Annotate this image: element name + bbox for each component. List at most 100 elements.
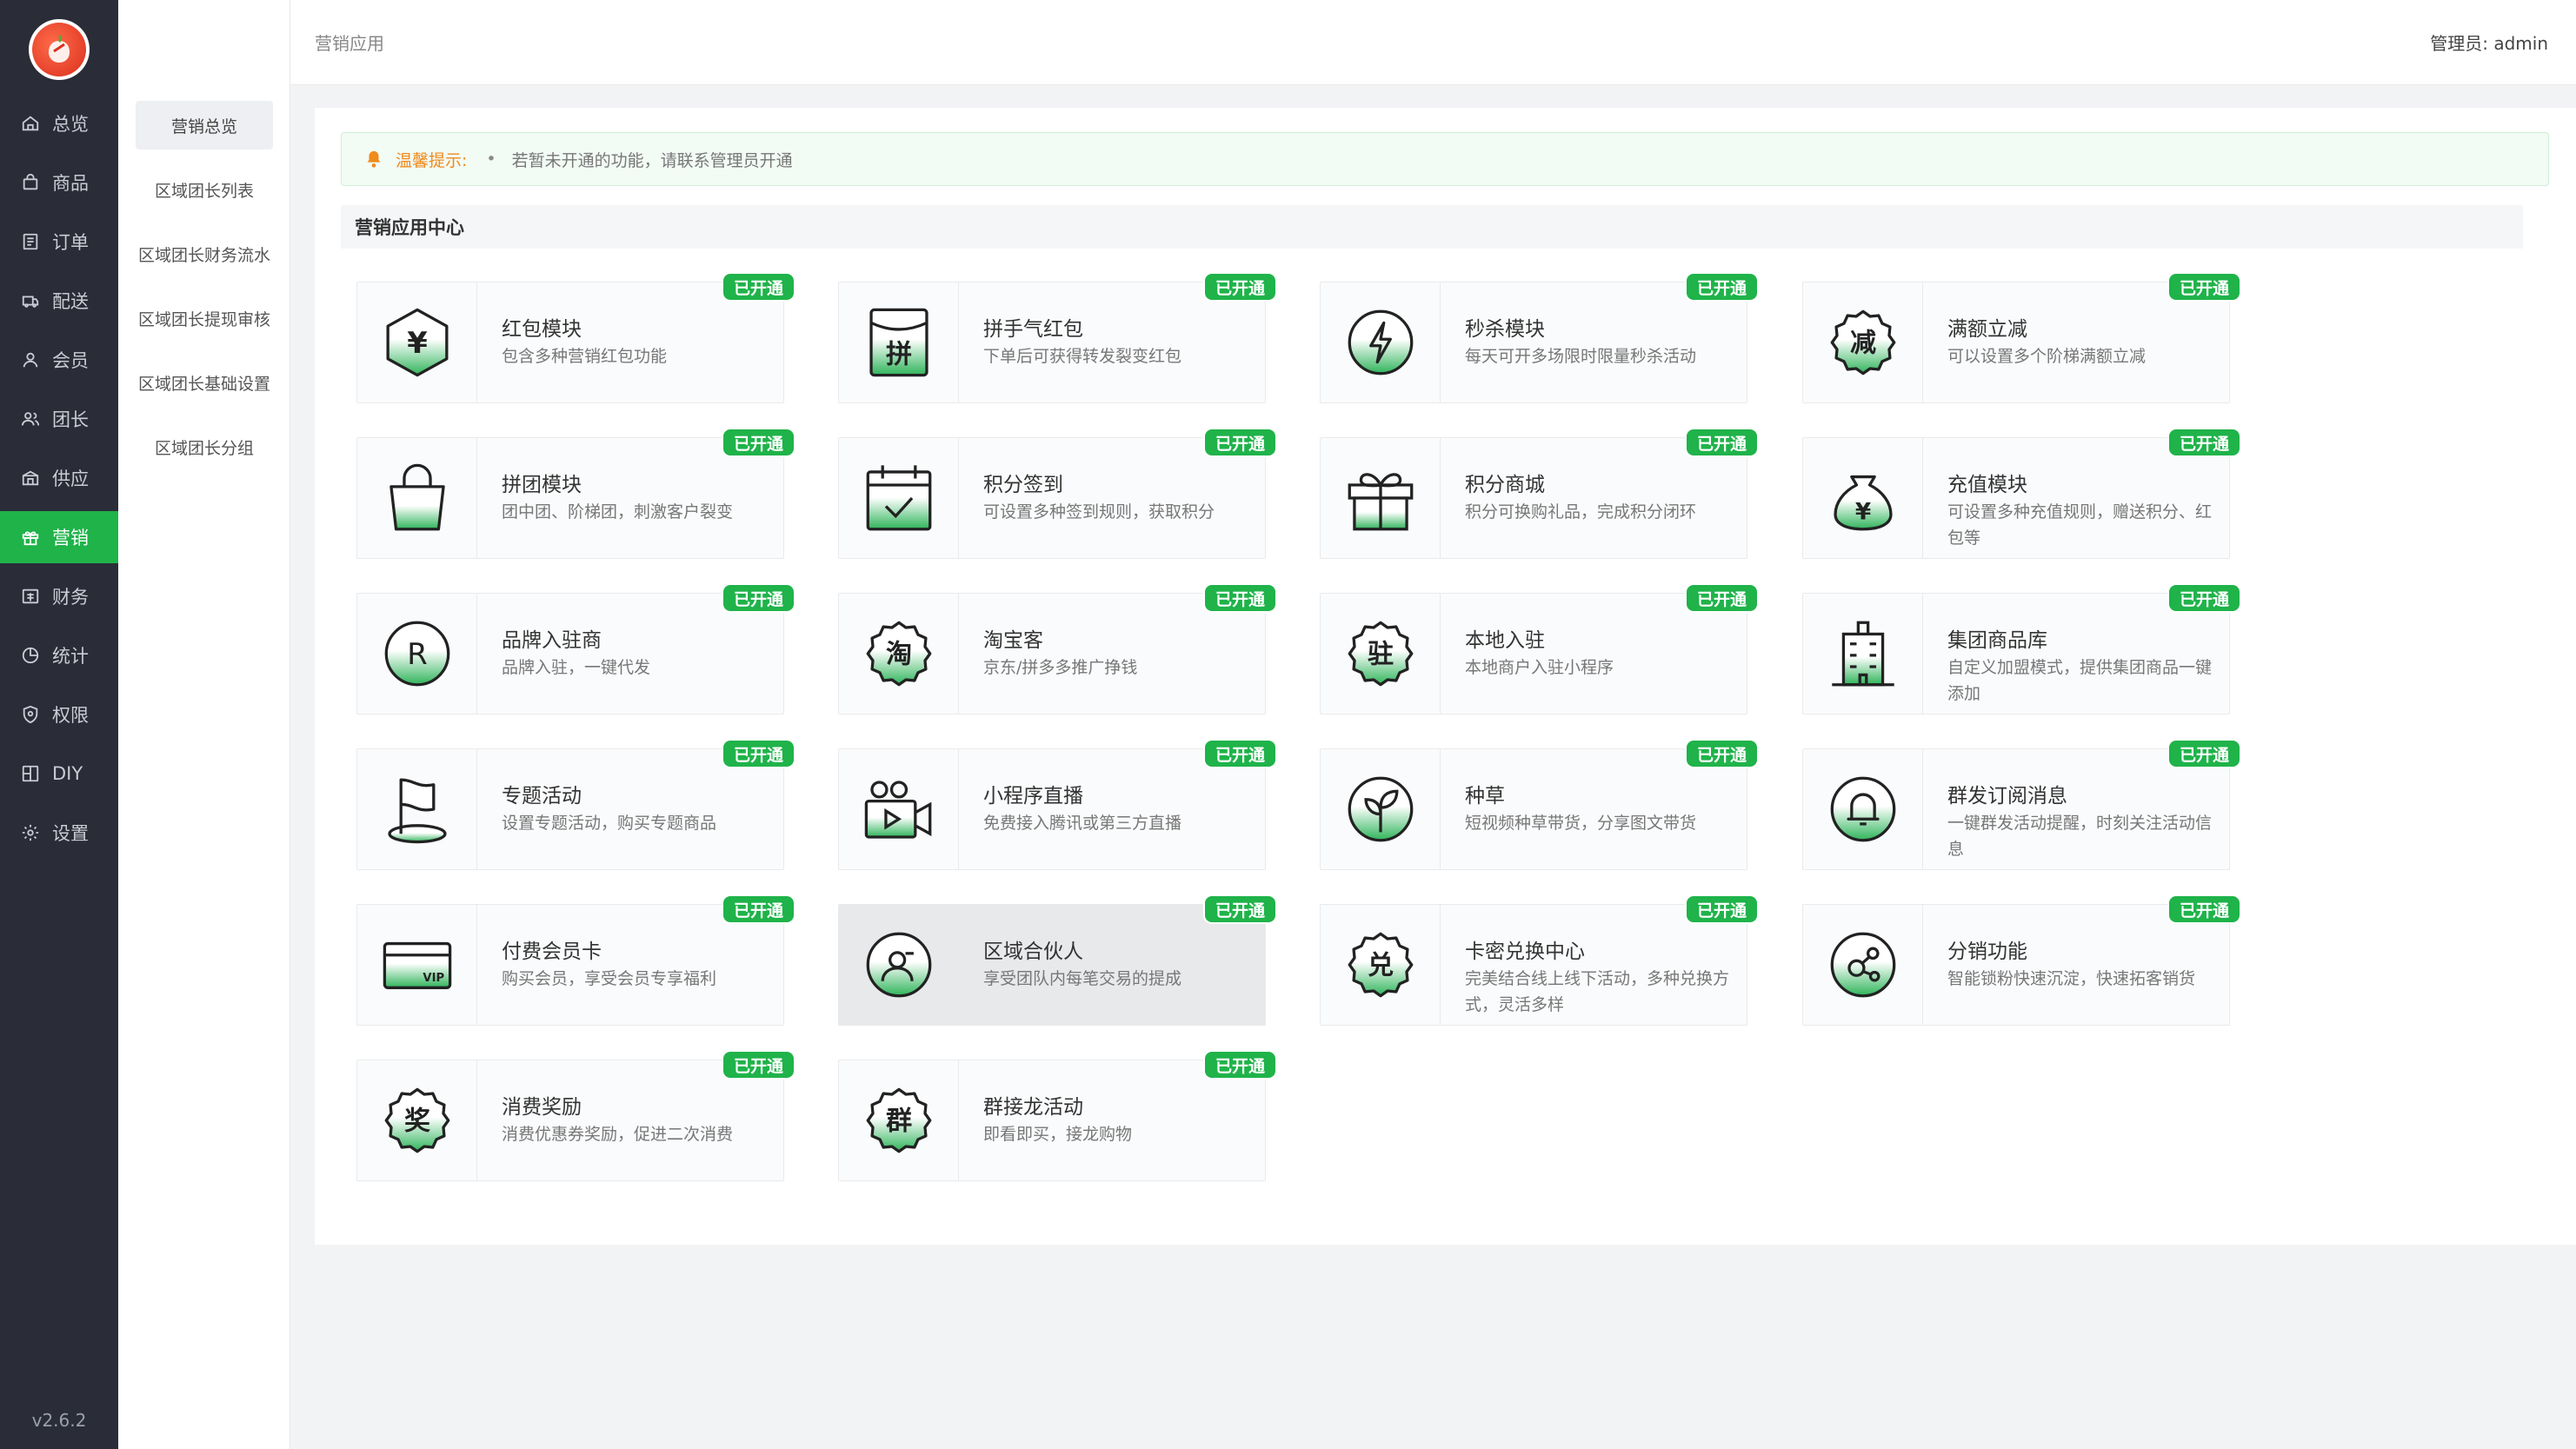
activated-badge: 已开通 [1684, 739, 1759, 768]
supply-icon [22, 470, 39, 486]
section-title: 营销应用中心 [341, 205, 2523, 249]
app-tile-icon-box: 淘 [839, 594, 959, 714]
activated-badge: 已开通 [1202, 583, 1277, 613]
svg-text:兑: 兑 [1367, 950, 1393, 980]
app-tile[interactable]: 秒杀模块 每天可开多场限时限量秒杀活动 已开通 [1320, 272, 1759, 403]
gift-icon [22, 531, 39, 546]
app-tile-icon-box [1321, 282, 1441, 402]
app-tile-name: 区域合伙人 [983, 941, 1083, 963]
app-tile[interactable]: 群发订阅消息 一键群发活动提醒，时刻关注活动信息 已开通 [1802, 739, 2241, 870]
app-tile[interactable]: ¥ 红包模块 包含多种营销红包功能 已开通 [356, 272, 795, 403]
app-tile[interactable]: ¥ 充值模块 可设置多种充值规则，赠送积分、红包等 已开通 [1802, 428, 2241, 559]
app-tile-name: 拼手气红包 [983, 318, 1083, 341]
admin-user-label[interactable]: 管理员: admin [2430, 30, 2548, 55]
app-tile[interactable]: 积分签到 可设置多种签到规则，获取积分 已开通 [838, 428, 1277, 559]
subnav-item-4[interactable]: 区域团长基础设置 [136, 358, 273, 407]
app-tile[interactable]: 积分商城 积分可换购礼品，完成积分闭环 已开通 [1320, 428, 1759, 559]
app-tile[interactable]: 兑 卡密兑换中心 完美结合线上线下活动，多种兑换方式，灵活多样 已开通 [1320, 894, 1759, 1026]
notice-bullet: • [486, 150, 496, 169]
app-tile-name: 专题活动 [502, 785, 582, 808]
app-tile[interactable]: 淘 淘宝客 京东/拼多多推广挣钱 已开通 [838, 583, 1277, 715]
sidebar-item-label: 营销 [52, 528, 89, 548]
activated-badge: 已开通 [2167, 428, 2241, 457]
app-tile[interactable]: VIP 付费会员卡 购买会员，享受会员专享福利 已开通 [356, 894, 795, 1026]
group-chain-icon: 群 [866, 1087, 931, 1153]
app-tile[interactable]: 小程序直播 免费接入腾讯或第三方直播 已开通 [838, 739, 1277, 870]
local-store-icon: 驻 [1348, 621, 1413, 687]
team-leader-icon [21, 412, 40, 426]
app-tile[interactable]: 驻 本地入驻 本地商户入驻小程序 已开通 [1320, 583, 1759, 715]
registered-icon: R [384, 621, 449, 687]
sidebar-item-label: 总览 [52, 114, 89, 135]
app-tile-icon-box [839, 438, 959, 558]
lightning-icon [1348, 309, 1413, 376]
activated-badge: 已开通 [1202, 739, 1277, 768]
notice-title: 温馨提示: [396, 150, 468, 170]
app-tile-desc: 每天可开多场限时限量秒杀活动 [1465, 347, 1697, 366]
home-icon [22, 116, 39, 131]
sidebar-item-label: DIY [52, 763, 83, 784]
sidebar-item-label: 商品 [52, 173, 89, 194]
svg-text:群: 群 [885, 1106, 911, 1136]
sidebar-item-6[interactable]: 供应 [0, 452, 118, 504]
app-tile-name: 卡密兑换中心 [1465, 941, 1585, 963]
app-tile-desc: 包含多种营销红包功能 [502, 347, 668, 366]
app-tile-icon-box [1803, 749, 1923, 869]
subnav-item-2[interactable]: 区域团长财务流水 [136, 229, 273, 278]
sidebar-item-10[interactable]: 权限 [0, 688, 118, 741]
sidebar-item-4[interactable]: 会员 [0, 334, 118, 386]
sidebar-item-9[interactable]: 统计 [0, 629, 118, 681]
delivery-icon [22, 296, 39, 308]
shopping-bag-icon [389, 463, 445, 531]
app-tile-icon-box: VIP [357, 905, 477, 1025]
app-tile[interactable]: 群 群接龙活动 即看即买，接龙购物 已开通 [838, 1050, 1277, 1181]
sidebar-item-label: 权限 [52, 705, 89, 726]
app-tile[interactable]: 拼 拼手气红包 下单后可获得转发裂变红包 已开通 [838, 272, 1277, 403]
activated-badge: 已开通 [1684, 272, 1759, 302]
sidebar-item-2[interactable]: 订单 [0, 216, 118, 268]
app-tile[interactable]: 奖 消费奖励 消费优惠券奖励，促进二次消费 已开通 [356, 1050, 795, 1181]
app-tile[interactable]: 拼团模块 团中团、阶梯团，刺激客户裂变 已开通 [356, 428, 795, 559]
subnav-item-1[interactable]: 区域团长列表 [136, 165, 273, 214]
notice-bell-icon [367, 150, 381, 168]
subnav-item-3[interactable]: 区域团长提现审核 [136, 294, 273, 342]
app-tile-desc: 免费接入腾讯或第三方直播 [983, 814, 1182, 833]
sidebar-item-11[interactable]: DIY [0, 748, 118, 800]
apple-logo-icon [32, 23, 86, 76]
app-tile-name: 分销功能 [1947, 941, 2027, 963]
app-tile-icon-box [839, 905, 959, 1025]
app-tile-desc: 京东/拼多多推广挣钱 [983, 658, 1138, 677]
app-tile[interactable]: 种草 短视频种草带货，分享图文带货 已开通 [1320, 739, 1759, 870]
subnav-item-5[interactable]: 区域团长分组 [136, 422, 273, 471]
activated-badge: 已开通 [721, 739, 795, 768]
app-tile-icon-box: 奖 [357, 1060, 477, 1180]
subnav-item-0[interactable]: 营销总览 [136, 101, 273, 150]
app-tile[interactable]: 分销功能 智能锁粉快速沉淀，快速拓客销货 已开通 [1802, 894, 2241, 1026]
sidebar-item-1[interactable]: 商品 [0, 156, 118, 209]
distribution-icon [1830, 932, 1895, 998]
app-version: v2.6.2 [31, 1410, 87, 1431]
app-tile-icon-box [1803, 594, 1923, 714]
app-tile[interactable]: 专题活动 设置专题活动，购买专题商品 已开通 [356, 739, 795, 870]
app-tile-icon-box: 群 [839, 1060, 959, 1180]
lucky-packet-icon: 拼 [869, 308, 929, 377]
app-tile-desc: 购买会员，享受会员专享福利 [502, 969, 717, 988]
vip-card-icon: VIP [383, 941, 451, 989]
app-logo[interactable] [29, 19, 90, 80]
sidebar-item-5[interactable]: 团长 [0, 393, 118, 445]
app-tile[interactable]: R 品牌入驻商 品牌入驻，一键代发 已开通 [356, 583, 795, 715]
breadcrumb[interactable]: 营销应用 [315, 30, 384, 55]
sidebar-item-label: 会员 [52, 350, 89, 371]
app-tile[interactable]: 区域合伙人 享受团队内每笔交易的提成 已开通 [838, 894, 1277, 1026]
app-tile-icon-box: ¥ [357, 282, 477, 402]
app-tile-name: 积分签到 [983, 474, 1063, 496]
sidebar-item-3[interactable]: 配送 [0, 275, 118, 327]
sidebar-item-label: 统计 [52, 646, 89, 667]
sidebar-item-7[interactable]: 营销 [0, 511, 118, 563]
sidebar-item-12[interactable]: 设置 [0, 807, 118, 859]
app-tile[interactable]: 集团商品库 自定义加盟模式，提供集团商品一键添加 已开通 [1802, 583, 2241, 715]
sidebar-item-8[interactable]: 财务 [0, 570, 118, 622]
app-tile-desc: 品牌入驻，一键代发 [502, 658, 651, 677]
sidebar-item-0[interactable]: 总览 [0, 97, 118, 150]
app-tile[interactable]: 减 满额立减 可以设置多个阶梯满额立减 已开通 [1802, 272, 2241, 403]
